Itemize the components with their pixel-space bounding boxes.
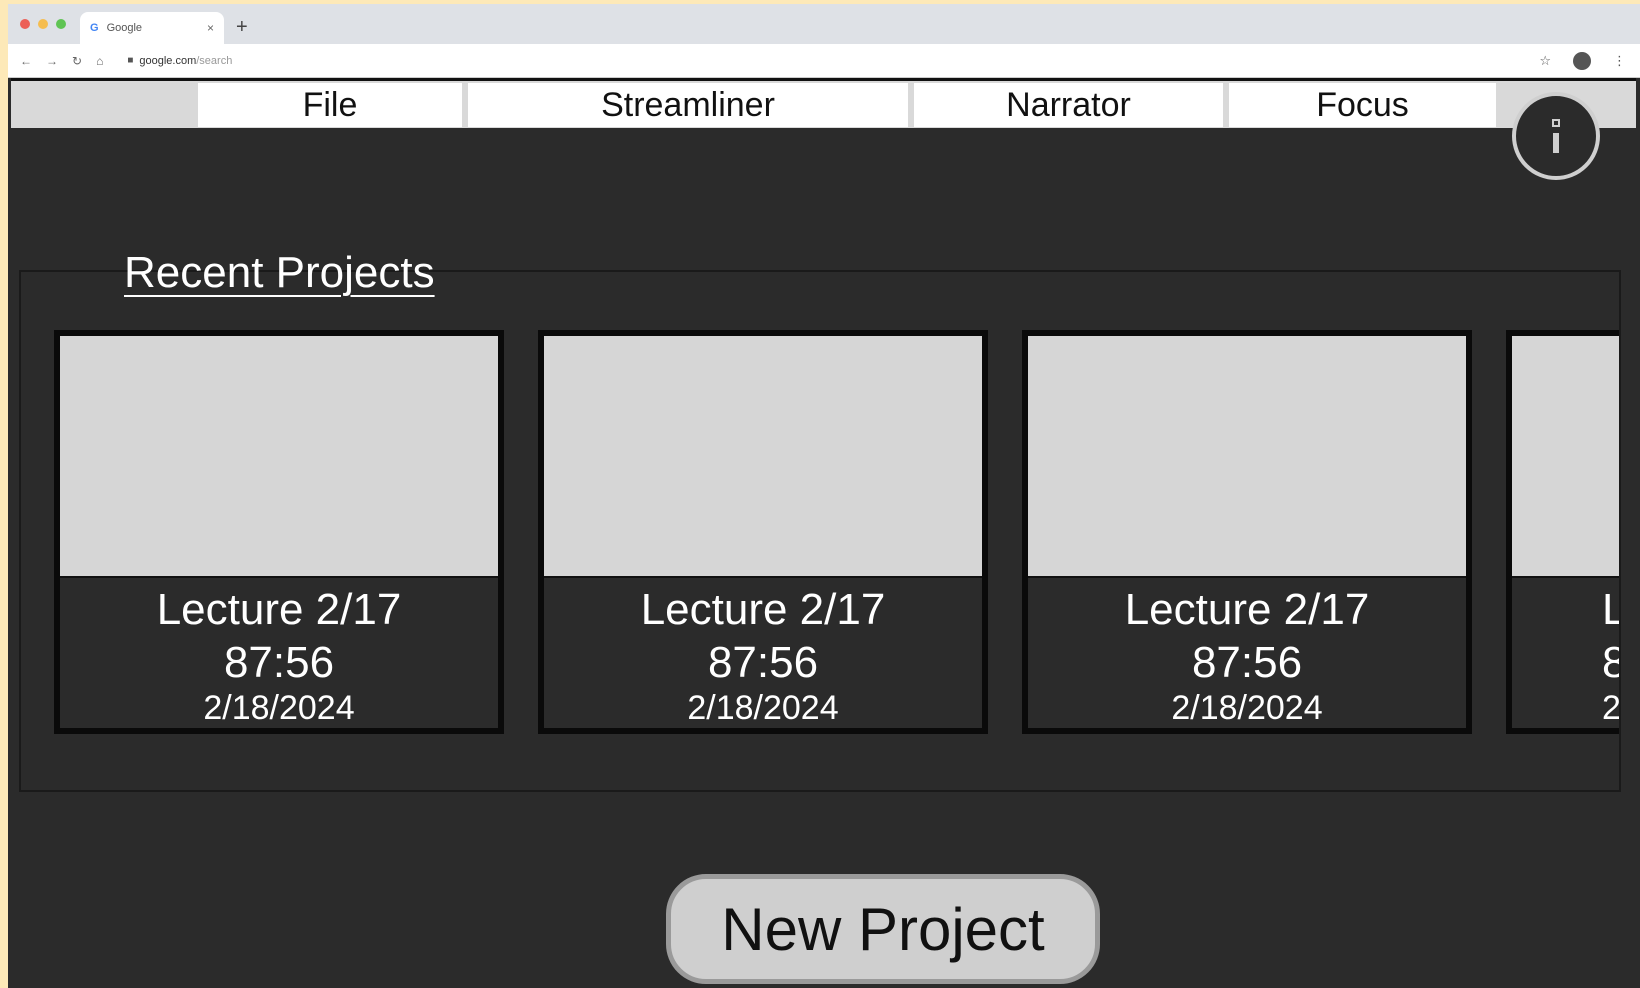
project-duration: 87:56 [707, 638, 819, 687]
url-host: google.com [139, 54, 197, 67]
reload-icon[interactable]: ↻ [72, 54, 82, 68]
menu-focus[interactable]: Focus [1229, 83, 1499, 127]
info-icon-stem [1553, 133, 1559, 153]
project-date: 2/18/2024 [687, 689, 839, 727]
browser-tab[interactable]: G Google × [80, 12, 224, 44]
browser-menu-icon[interactable]: ⋮ [1613, 53, 1626, 69]
project-date: 2/18/2024 [1602, 689, 1619, 727]
project-duration: 87:56 [223, 638, 335, 687]
info-icon[interactable] [1512, 92, 1600, 180]
google-favicon-icon: G [90, 22, 99, 34]
menu-file[interactable]: File [198, 83, 465, 127]
project-date: 2/18/2024 [203, 689, 355, 727]
nav-buttons: ← → ↻ ⌂ [20, 54, 103, 68]
app-menu-bar: File Streamliner Narrator Focus [11, 78, 1636, 128]
project-name: Lecture 2/17 [156, 585, 402, 634]
url-field[interactable]: ■ google.com/search [127, 55, 232, 67]
menu-narrator[interactable]: Narrator [914, 83, 1226, 127]
toolbar-right: ☆ ⋮ [1539, 52, 1626, 70]
recent-projects-title: Recent Projects [124, 248, 435, 297]
info-icon-dot [1552, 119, 1560, 127]
project-name: Lecture 2/17 [1602, 585, 1619, 634]
new-project-button[interactable]: New Project [666, 874, 1100, 984]
project-card[interactable]: Lecture 2/17 87:56 2/18/2024 [54, 330, 504, 734]
project-card[interactable]: Lecture 2/17 87:56 2/18/2024 [538, 330, 988, 734]
new-tab-button[interactable]: + [236, 16, 248, 39]
project-card[interactable]: Lecture 2/17 87:56 2/18/2024 [1506, 330, 1619, 734]
maximize-window-icon[interactable] [56, 19, 66, 29]
project-duration: 87:56 [1191, 638, 1303, 687]
lock-icon: ■ [127, 55, 134, 66]
back-icon[interactable]: ← [20, 54, 32, 68]
url-path: /search [196, 54, 233, 67]
project-name: Lecture 2/17 [1124, 585, 1370, 634]
tab-title: Google [106, 22, 143, 34]
tab-close-icon[interactable]: × [207, 21, 214, 35]
address-bar: ← → ↻ ⌂ ■ google.com/search ☆ ⋮ [8, 44, 1640, 78]
close-window-icon[interactable] [20, 19, 30, 29]
project-date: 2/18/2024 [1171, 689, 1323, 727]
menu-streamliner[interactable]: Streamliner [468, 83, 911, 127]
project-duration: 87:56 [1602, 638, 1619, 687]
project-thumbnail [1512, 336, 1619, 578]
project-card[interactable]: Lecture 2/17 87:56 2/18/2024 [1022, 330, 1472, 734]
project-thumbnail [544, 336, 982, 578]
home-icon[interactable]: ⌂ [96, 54, 103, 68]
project-thumbnail [1028, 336, 1466, 578]
project-name: Lecture 2/17 [640, 585, 886, 634]
browser-tab-bar: G Google × + [8, 4, 1640, 44]
recent-projects-list: Lecture 2/17 87:56 2/18/2024 Lecture 2/1… [44, 330, 1619, 740]
minimize-window-icon[interactable] [38, 19, 48, 29]
project-thumbnail [60, 336, 498, 578]
window-controls [20, 19, 66, 29]
forward-icon[interactable]: → [46, 54, 58, 68]
profile-avatar[interactable] [1573, 52, 1591, 70]
bookmark-star-icon[interactable]: ☆ [1539, 53, 1551, 69]
